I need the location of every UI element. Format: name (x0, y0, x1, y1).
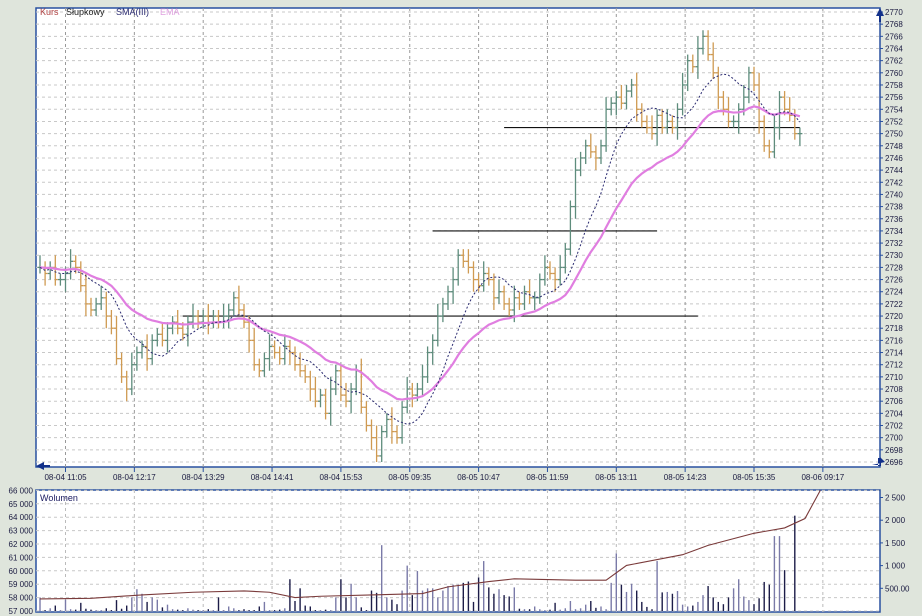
time-tick-label: 08-05 09:35 (388, 473, 431, 482)
time-tick-label: 08-04 11:05 (44, 473, 87, 482)
volume-title: Wolumen (40, 493, 78, 503)
price-tick-label: 2732 (885, 239, 903, 248)
volume-left-tick-label: 59 000 (9, 580, 34, 589)
time-tick-label: 08-05 10:47 (457, 473, 500, 482)
time-tick-label: 08-04 15:53 (320, 473, 363, 482)
volume-left-tick-label: 64 000 (9, 513, 34, 522)
price-tick-label: 2728 (885, 263, 903, 272)
time-tick-label: 08-06 09:17 (801, 473, 844, 482)
price-tick-label: 2768 (885, 20, 903, 29)
price-tick-label: 2750 (885, 130, 903, 139)
volume-left-tick-label: 58 000 (9, 594, 34, 603)
price-tick-label: 2754 (885, 105, 903, 114)
volume-left-tick-label: 60 000 (9, 567, 34, 576)
volume-left-tick-label: 57 000 (9, 607, 34, 616)
price-tick-label: 2708 (885, 385, 903, 394)
price-tick-label: 2726 (885, 276, 903, 285)
time-tick-label: 08-04 14:41 (251, 473, 294, 482)
time-tick-label: 08-05 14:23 (664, 473, 707, 482)
price-tick-label: 2736 (885, 215, 903, 224)
price-tick-label: 2706 (885, 397, 903, 406)
price-tick-label: 2704 (885, 409, 903, 418)
legend-type: Słupkowy (66, 7, 105, 17)
price-tick-label: 2718 (885, 324, 903, 333)
price-tick-label: 2712 (885, 361, 903, 370)
price-tick-label: 2758 (885, 81, 903, 90)
volume-left-tick-label: 63 000 (9, 527, 34, 536)
price-tick-label: 2766 (885, 32, 903, 41)
price-tick-label: 2760 (885, 69, 903, 78)
price-tick-label: 2738 (885, 203, 903, 212)
price-tick-label: 2698 (885, 446, 903, 455)
price-tick-label: 2714 (885, 349, 903, 358)
volume-right-tick-label: 1 000 (885, 562, 906, 571)
price-tick-label: 2742 (885, 178, 903, 187)
time-tick-label: 08-05 11:59 (526, 473, 569, 482)
price-tick-label: 2764 (885, 44, 903, 53)
time-tick-label: 08-04 13:29 (182, 473, 225, 482)
volume-right-tick-label: 2 500 (885, 494, 906, 503)
price-tick-label: 2734 (885, 227, 903, 236)
volume-left-tick-label: 65 000 (9, 500, 34, 509)
price-tick-label: 2722 (885, 300, 903, 309)
volume-right-tick-label: 500.00 (885, 584, 910, 593)
volume-left-tick-label: 61 000 (9, 553, 34, 562)
price-tick-label: 2740 (885, 190, 903, 199)
price-tick-label: 2746 (885, 154, 903, 163)
price-tick-label: 2724 (885, 288, 903, 297)
volume-right-tick-label: 1 500 (885, 539, 906, 548)
price-tick-label: 2716 (885, 336, 903, 345)
price-tick-label: 2744 (885, 166, 903, 175)
stock-chart: 2696 2698 2700 2702 2704 2706 2708 2710 2712 2714… (9, 7, 910, 616)
price-tick-label: 2770 (885, 8, 903, 17)
price-tick-label: 2752 (885, 117, 903, 126)
volume-left-tick-label: 62 000 (9, 540, 34, 549)
price-tick-label: 2702 (885, 422, 903, 431)
price-tick-label: 2748 (885, 142, 903, 151)
volume-left-tick-label: 66 000 (9, 486, 34, 495)
time-tick-label: 08-04 12:17 (113, 473, 156, 482)
legend-sma: SMA(III) (116, 7, 149, 17)
price-tick-label: 2720 (885, 312, 903, 321)
price-tick-label: 2762 (885, 57, 903, 66)
price-tick-label: 2696 (885, 458, 903, 467)
price-tick-label: 2700 (885, 434, 903, 443)
time-tick-label: 08-05 13:11 (595, 473, 638, 482)
price-tick-label: 2710 (885, 373, 903, 382)
volume-right-tick-label: 2 000 (885, 516, 906, 525)
price-tick-label: 2730 (885, 251, 903, 260)
price-tick-label: 2756 (885, 93, 903, 102)
legend-kurs: Kurs (40, 7, 59, 17)
time-tick-label: 08-05 15:35 (733, 473, 776, 482)
legend-ema: EMA (160, 7, 180, 17)
